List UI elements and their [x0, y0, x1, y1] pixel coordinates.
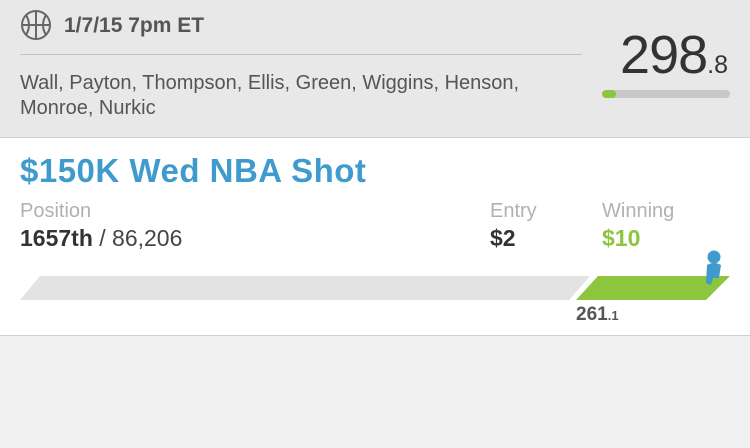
lineup-score-decimal: .8 — [707, 51, 728, 79]
lineup-score: 298.8 — [620, 24, 728, 86]
position-label: Position — [20, 200, 92, 222]
score-progress-fill — [602, 90, 617, 98]
winning-label: Winning — [602, 200, 675, 222]
current-score-decimal: .1 — [607, 308, 619, 323]
score-progress-bar — [602, 90, 730, 98]
lineup-header[interactable]: 1/7/15 7pm ET Wall, Payton, Thompson, El… — [0, 0, 750, 138]
contest-card[interactable]: $150K Wed NBA Shot Position 1657th / 86,… — [0, 138, 750, 336]
current-score: 261.1 — [576, 304, 619, 326]
lineup-players: Wall, Payton, Thompson, Ellis, Green, Wi… — [20, 72, 520, 119]
contest-name[interactable]: $150K Wed NBA Shot — [20, 152, 366, 190]
lineup-score-value: 298 — [620, 25, 708, 85]
game-time: 1/7/15 7pm ET — [64, 14, 205, 37]
basketball-icon — [21, 10, 51, 40]
current-score-value: 261 — [576, 304, 608, 325]
standings-track — [20, 276, 590, 300]
standings-progress — [20, 250, 730, 300]
header-divider — [20, 54, 582, 55]
entry-label: Entry — [490, 200, 537, 222]
